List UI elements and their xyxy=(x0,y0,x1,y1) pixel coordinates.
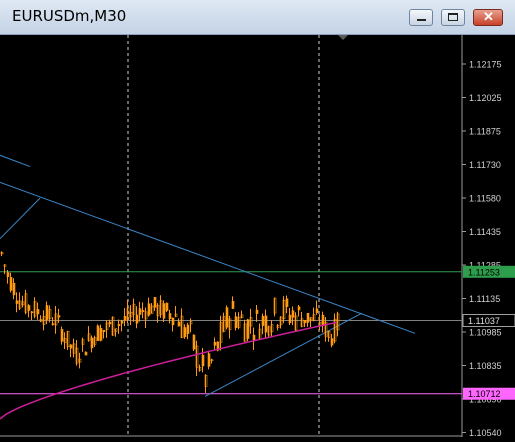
price-tag-label: 1.11037 xyxy=(468,316,500,326)
moving-average-line xyxy=(0,321,337,420)
chart-canvas[interactable]: 1.12175 1.12025 1.11875 1.11730 1.11580 1.114… xyxy=(0,35,515,438)
price-tag-label: 1.11253 xyxy=(468,267,500,277)
candle-body xyxy=(330,338,334,346)
candle-body xyxy=(57,315,61,318)
candle-body xyxy=(288,314,292,324)
price-tick-label: 1.10835 xyxy=(469,361,502,371)
candle-body xyxy=(261,315,265,326)
trendline xyxy=(0,181,416,334)
candle-body xyxy=(192,334,196,350)
candle-body xyxy=(36,309,40,315)
candles-group xyxy=(0,251,340,393)
candle-body xyxy=(213,342,217,346)
candle-body xyxy=(108,321,112,325)
title-bar[interactable]: EURUSDm,M30 ✕ xyxy=(0,0,515,35)
candle-body xyxy=(291,310,295,318)
candle-body xyxy=(162,303,166,319)
candle-body xyxy=(9,277,13,291)
candle-body xyxy=(165,302,169,311)
minimize-icon xyxy=(417,19,426,21)
minimize-button[interactable] xyxy=(409,9,433,26)
candle-body xyxy=(138,308,142,315)
candle-body xyxy=(15,300,19,304)
candle-body xyxy=(255,309,259,314)
candle-body xyxy=(30,311,34,314)
price-tick-label: 1.11135 xyxy=(469,294,500,304)
candle-body xyxy=(90,337,94,349)
candle-body xyxy=(51,323,55,326)
candle-body xyxy=(306,312,310,323)
trendline xyxy=(0,154,31,168)
candle-body xyxy=(264,315,268,333)
price-tag-label: 1.10712 xyxy=(468,389,501,399)
candle-body xyxy=(201,354,205,367)
scroll-marker-icon xyxy=(338,35,348,40)
candle-body xyxy=(45,305,49,320)
price-tick-label: 1.12025 xyxy=(469,93,502,103)
close-button[interactable]: ✕ xyxy=(473,9,503,26)
candle-body xyxy=(177,321,181,327)
candle-body xyxy=(321,314,325,326)
candle-body xyxy=(315,308,319,313)
maximize-button[interactable] xyxy=(441,9,465,26)
price-tick-label: 1.10540 xyxy=(469,428,502,437)
candle-body xyxy=(84,351,88,356)
window-title: EURUSDm,M30 xyxy=(12,7,127,25)
candle-body xyxy=(120,320,124,324)
price-tick-label: 1.10985 xyxy=(469,328,502,338)
candle-body xyxy=(171,317,175,326)
candle-body xyxy=(147,303,151,316)
price-tick-label: 1.11730 xyxy=(469,160,501,170)
candle-body xyxy=(123,316,127,321)
candle-body xyxy=(297,306,301,311)
candle-body xyxy=(27,305,31,311)
candle-body xyxy=(99,327,103,341)
candle-body xyxy=(60,329,64,342)
price-tick-label: 1.11435 xyxy=(469,227,501,237)
candle-body xyxy=(231,300,235,309)
candle-body xyxy=(117,324,121,327)
maximize-icon xyxy=(448,13,458,21)
price-chart[interactable]: 1.12175 1.12025 1.11875 1.11730 1.11580 1.114… xyxy=(0,35,515,438)
candle-body xyxy=(303,320,307,324)
trendline xyxy=(204,312,363,397)
candle-body xyxy=(12,282,16,296)
candle-body xyxy=(102,329,106,332)
trendline xyxy=(0,197,41,240)
candle-body xyxy=(234,316,238,328)
candle-body xyxy=(186,324,190,334)
candle-body xyxy=(207,353,211,367)
candle-body xyxy=(183,327,187,338)
candle-body xyxy=(246,319,250,339)
candle-body xyxy=(285,298,289,307)
chart-window: EURUSDm,M30 ✕ 1.12175 1.12025 1.11875 1.117… xyxy=(0,0,515,438)
candle-body xyxy=(96,325,100,341)
price-tick-label: 1.11875 xyxy=(469,127,501,137)
close-icon: ✕ xyxy=(483,9,494,24)
candle-body xyxy=(69,344,73,349)
candle-body xyxy=(168,313,172,320)
candle-body xyxy=(135,314,139,324)
candle-body xyxy=(153,297,157,308)
candle-body xyxy=(6,272,10,277)
candle-body xyxy=(141,310,145,313)
price-tick-label: 1.12175 xyxy=(469,60,502,70)
candle-body xyxy=(225,307,229,328)
price-tick-label: 1.11580 xyxy=(469,194,501,204)
